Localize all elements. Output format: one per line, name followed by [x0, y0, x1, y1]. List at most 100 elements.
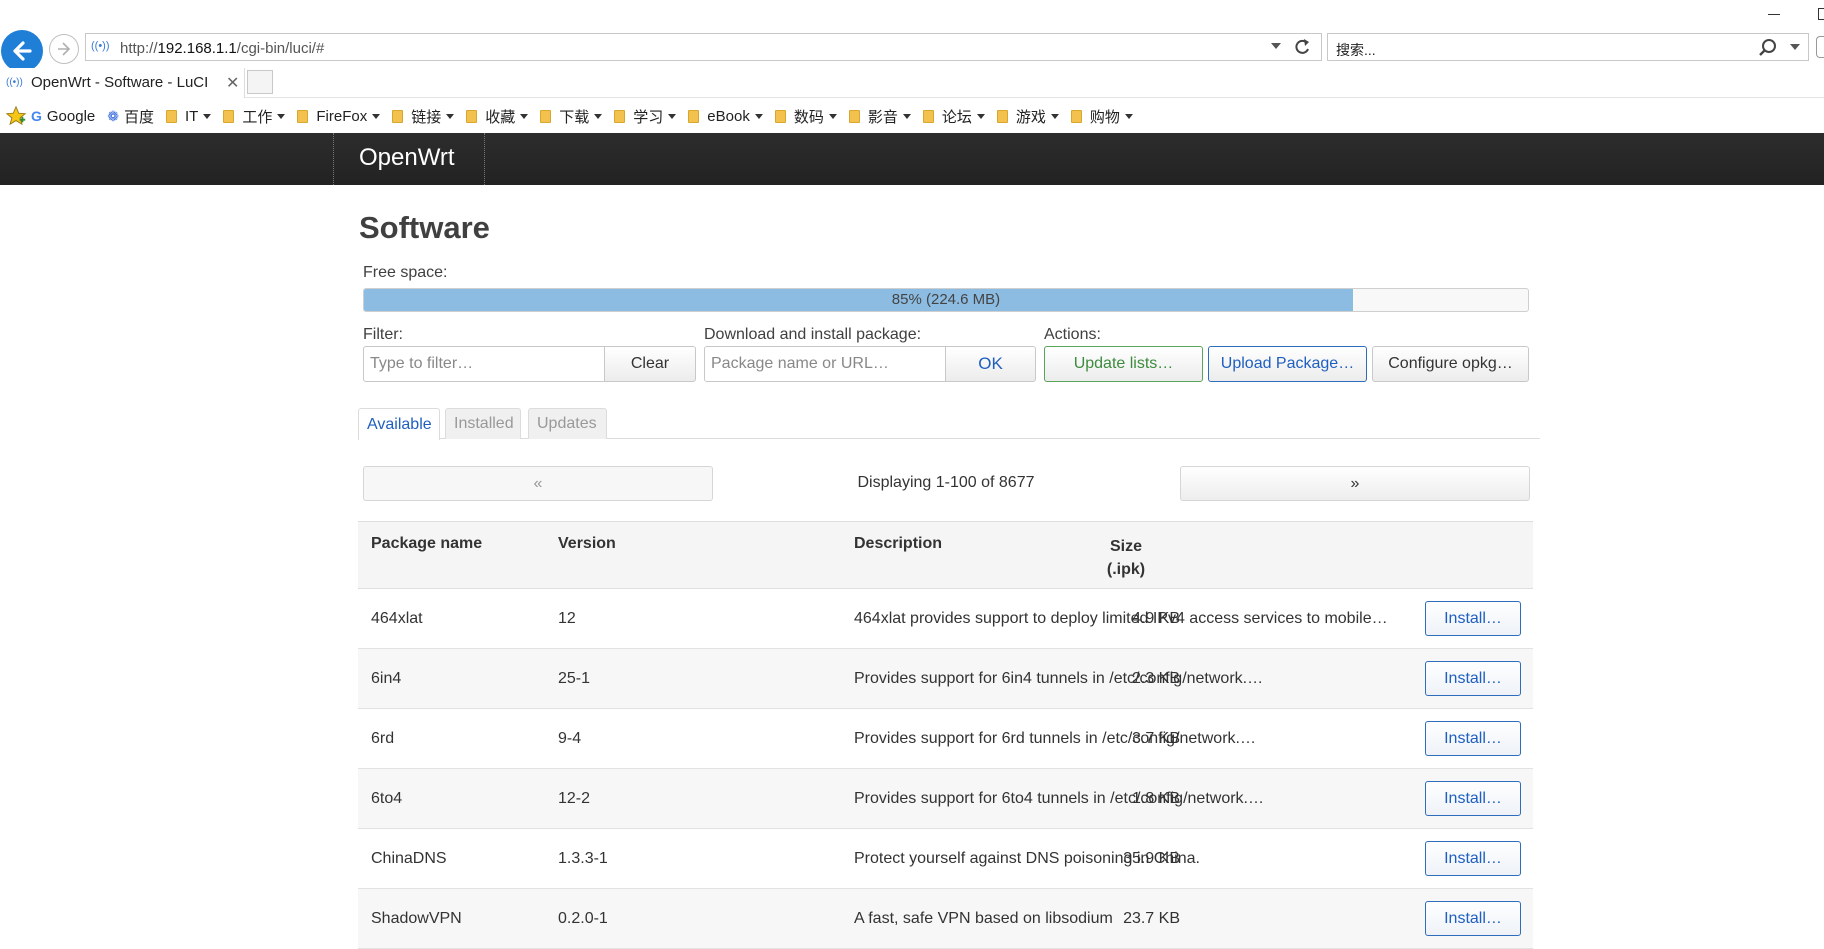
install-button[interactable]: Install… [1425, 661, 1521, 696]
package-version: 25-1 [558, 670, 591, 687]
tab-close-icon[interactable]: ✕ [226, 73, 239, 93]
refresh-icon[interactable] [1293, 37, 1311, 57]
tab-openwrt-software[interactable]: ((•)) OpenWrt - Software - LuCI ✕ [0, 68, 245, 98]
free-space-label: Free space: [363, 264, 448, 281]
pager-status: Displaying 1-100 of 8677 [857, 474, 1035, 491]
folder-icon [223, 109, 235, 123]
baidu-icon: ❁ [107, 107, 119, 124]
header-description: Description [854, 535, 943, 552]
brand-link[interactable]: OpenWrt [333, 133, 485, 185]
actions-label: Actions: [1044, 326, 1101, 343]
package-version: 9-4 [558, 730, 582, 747]
folder-icon [297, 109, 309, 123]
address-url[interactable]: http://192.168.1.1/cgi-bin/luci/# [120, 40, 324, 57]
search-dropdown-icon[interactable] [1790, 44, 1800, 51]
favorite-item[interactable]: 学习 [614, 106, 677, 127]
update-lists-button[interactable]: Update lists… [1044, 346, 1203, 382]
google-icon: G [31, 108, 42, 124]
chevron-down-icon [1050, 113, 1059, 119]
chevron-down-icon [1124, 113, 1133, 119]
tools-icon[interactable] [1816, 36, 1824, 58]
tab-available[interactable]: Available [358, 408, 440, 440]
favorite-item[interactable]: IT [166, 107, 212, 125]
favorite-item[interactable]: 下载 [540, 106, 603, 127]
new-tab-button[interactable] [247, 70, 273, 94]
address-bar[interactable]: ((•)) http://192.168.1.1/cgi-bin/luci/# [85, 33, 1322, 61]
install-button[interactable]: Install… [1425, 841, 1521, 876]
search-icon[interactable] [1758, 38, 1778, 58]
favorite-label: eBook [707, 107, 750, 125]
folder-icon [922, 109, 934, 123]
package-name: ShadowVPN [371, 910, 462, 927]
package-version: 0.2.0-1 [558, 910, 608, 927]
navigation-bar: ((•)) http://192.168.1.1/cgi-bin/luci/# … [0, 28, 1824, 72]
favorite-item[interactable]: G Google [31, 108, 95, 125]
chevron-down-icon [902, 113, 911, 119]
clear-button[interactable]: Clear [604, 346, 696, 382]
folder-icon [166, 109, 178, 123]
search-box[interactable]: 搜索... [1327, 33, 1809, 61]
filter-input[interactable] [363, 346, 605, 382]
favorite-label: IT [185, 107, 199, 125]
package-version: 12-2 [558, 790, 591, 807]
folder-icon [614, 109, 626, 123]
chevron-down-icon [520, 113, 529, 119]
tab-title: OpenWrt - Software - LuCI [31, 74, 209, 91]
upload-package-button[interactable]: Upload Package… [1208, 346, 1367, 382]
table-row: 6to4 12-2 1.8 KB Provides support for 6to4 … [358, 769, 1533, 829]
favorite-item[interactable]: FireFox [297, 108, 381, 125]
favorites-star-icon[interactable] [5, 105, 27, 127]
folder-icon [688, 109, 700, 123]
header-version: Version [558, 535, 616, 552]
forward-arrow-icon [58, 42, 71, 56]
address-dropdown-icon[interactable] [1271, 43, 1281, 50]
favorite-item[interactable]: 购物 [1070, 106, 1133, 127]
package-description: Provides support for 6to4 tunnels in /et… [854, 790, 1264, 807]
tab-favicon-icon: ((•)) [6, 77, 23, 88]
favorite-item[interactable]: eBook [688, 108, 763, 125]
install-button[interactable]: Install… [1425, 721, 1521, 756]
package-name: 6to4 [371, 790, 403, 807]
folder-icon [1070, 109, 1082, 123]
page-title: Software [359, 210, 490, 245]
install-button[interactable]: Install… [1425, 601, 1521, 636]
chevron-down-icon [828, 113, 837, 119]
favorite-label: 收藏 [485, 108, 516, 126]
minimize-icon[interactable] [1768, 14, 1780, 15]
window-titlebar [0, 0, 1824, 28]
favorite-item[interactable]: 数码 [774, 106, 837, 127]
favorite-item[interactable]: 收藏 [466, 106, 529, 127]
search-input[interactable]: 搜索... [1336, 40, 1376, 60]
pager-next-button[interactable]: » [1180, 466, 1530, 501]
filter-label: Filter: [363, 326, 403, 343]
favorite-label: 学习 [633, 108, 664, 126]
header-size-line2: (.ipk) [1106, 561, 1146, 578]
tab-updates[interactable]: Updates [528, 408, 607, 439]
package-url-input[interactable] [704, 346, 946, 382]
favorite-label: 数码 [793, 108, 824, 126]
favorite-item[interactable]: 工作 [223, 106, 286, 127]
chevron-down-icon [372, 113, 381, 119]
install-button[interactable]: Install… [1425, 781, 1521, 816]
chevron-down-icon [976, 113, 985, 119]
package-description: Provides support for 6rd tunnels in /etc… [854, 730, 1256, 747]
favorite-label: 百度 [124, 108, 155, 126]
chevron-down-icon [446, 113, 455, 119]
table-header: Package name Version Size (.ipk) Descript… [358, 521, 1533, 589]
favorite-item[interactable]: 论坛 [922, 106, 985, 127]
folder-icon [774, 109, 786, 123]
tab-installed[interactable]: Installed [445, 408, 521, 439]
site-favicon-icon: ((•)) [91, 40, 110, 52]
back-button[interactable] [1, 30, 43, 72]
openwrt-header: OpenWrt [0, 133, 1824, 185]
favorite-item[interactable]: 链接 [392, 106, 455, 127]
install-button[interactable]: Install… [1425, 901, 1521, 936]
ok-button[interactable]: OK [945, 346, 1036, 382]
restore-icon[interactable] [1818, 8, 1824, 20]
favorite-item[interactable]: 影音 [848, 106, 911, 127]
configure-opkg-button[interactable]: Configure opkg… [1372, 346, 1529, 382]
favorite-item[interactable]: ❁ 百度 [107, 106, 154, 127]
forward-button[interactable] [49, 34, 79, 64]
favorite-item[interactable]: 游戏 [996, 106, 1059, 127]
package-name: 464xlat [371, 610, 423, 627]
